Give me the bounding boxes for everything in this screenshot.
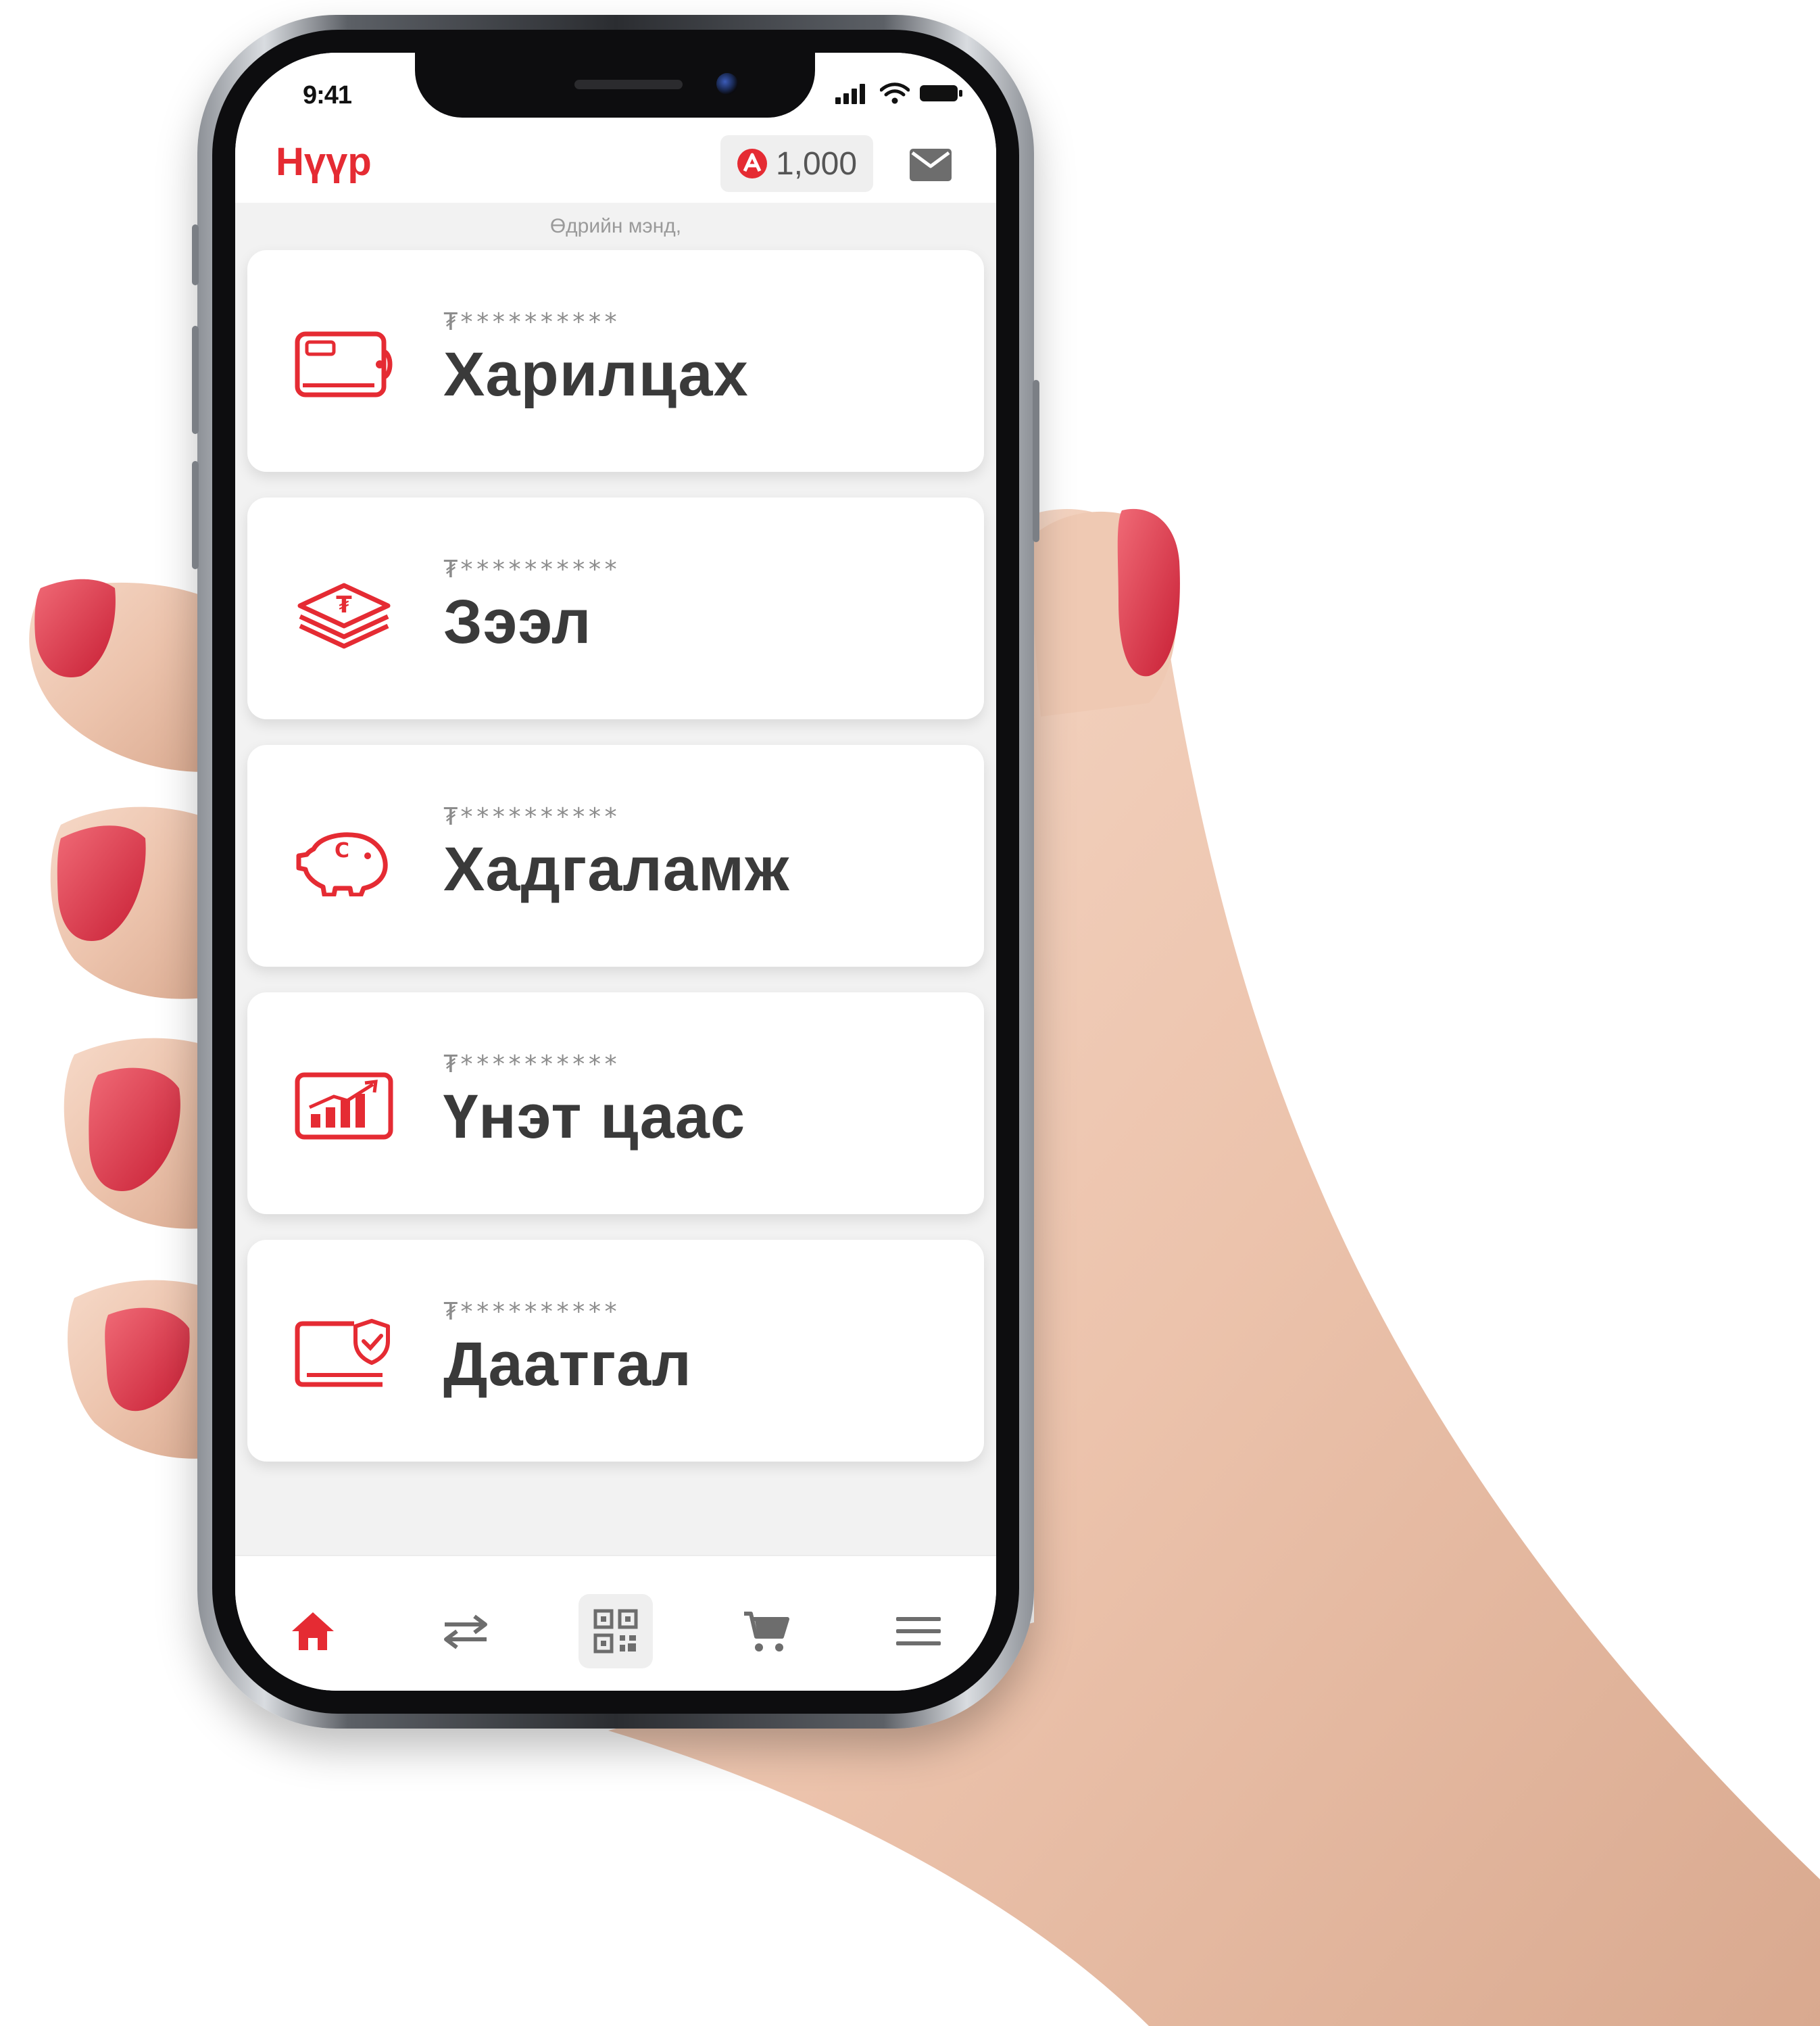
insurance-shield-icon <box>295 1319 390 1387</box>
phone-volume-down-button <box>192 461 199 569</box>
account-card-securities[interactable]: ₮********** Үнэт цаас <box>247 992 984 1214</box>
page-title: Нүүр <box>276 140 372 184</box>
account-title: Үнэт цаас <box>443 1082 746 1151</box>
phone-power-button <box>1033 380 1039 542</box>
account-card-insurance[interactable]: ₮********** Даатгал <box>247 1240 984 1462</box>
status-icons <box>835 82 964 104</box>
qr-code-icon <box>593 1609 638 1654</box>
masked-balance: ₮********** <box>443 308 620 336</box>
phone-screen: 9:41 Нүүр 1,000 Өдрийн мэнд, ₮**********… <box>235 53 996 1691</box>
menu-icon <box>896 1617 941 1645</box>
masked-balance: ₮********** <box>443 556 620 583</box>
battery-icon <box>920 85 962 101</box>
account-card-loan[interactable]: ₮ ₮********** Зээл <box>247 498 984 719</box>
account-title: Хадгаламж <box>443 835 790 904</box>
nav-menu[interactable] <box>881 1594 956 1668</box>
stock-chart-icon <box>295 1072 393 1140</box>
wifi-icon <box>880 82 910 104</box>
svg-text:C: C <box>335 839 349 863</box>
wallet-card-icon <box>295 331 393 397</box>
home-icon <box>292 1612 334 1650</box>
money-stack-icon: ₮ <box>297 583 391 649</box>
earpiece-speaker <box>574 80 683 89</box>
phone-side-button <box>192 224 199 285</box>
scene: 9:41 Нүүр 1,000 Өдрийн мэнд, ₮**********… <box>0 0 1820 2026</box>
phone-device: 9:41 Нүүр 1,000 Өдрийн мэнд, ₮**********… <box>192 15 1039 1729</box>
mail-icon[interactable] <box>908 147 953 183</box>
status-time: 9:41 <box>303 81 352 110</box>
masked-balance: ₮********** <box>443 1051 620 1078</box>
points-value: 1,000 <box>775 145 858 182</box>
points-logo-icon <box>737 149 767 178</box>
nav-home[interactable] <box>276 1594 350 1668</box>
account-card-savings[interactable]: C ₮********** Хадгаламж <box>247 745 984 967</box>
account-card-current[interactable]: ₮********** Харилцах <box>247 250 984 472</box>
account-title: Зээл <box>443 587 592 656</box>
account-title: Даатгал <box>443 1330 692 1399</box>
app-header: Нүүр 1,000 <box>235 127 996 203</box>
nav-transfer[interactable] <box>428 1594 503 1668</box>
masked-balance: ₮********** <box>443 803 620 831</box>
masked-balance: ₮********** <box>443 1298 620 1326</box>
transfer-arrows-icon <box>444 1614 487 1649</box>
cart-icon <box>744 1612 789 1651</box>
nav-qr[interactable] <box>579 1594 653 1668</box>
notch <box>415 53 815 118</box>
phone-volume-up-button <box>192 326 199 434</box>
piggy-bank-icon: C <box>296 832 388 896</box>
svg-text:₮: ₮ <box>336 592 352 619</box>
greeting-text: Өдрийн мэнд, <box>549 215 682 237</box>
front-camera <box>716 73 738 95</box>
cellular-signal-icon <box>835 84 865 104</box>
nav-cart[interactable] <box>729 1594 803 1668</box>
account-title: Харилцах <box>443 340 749 409</box>
bottom-navigation <box>235 1555 996 1691</box>
points-badge[interactable]: 1,000 <box>720 135 873 192</box>
